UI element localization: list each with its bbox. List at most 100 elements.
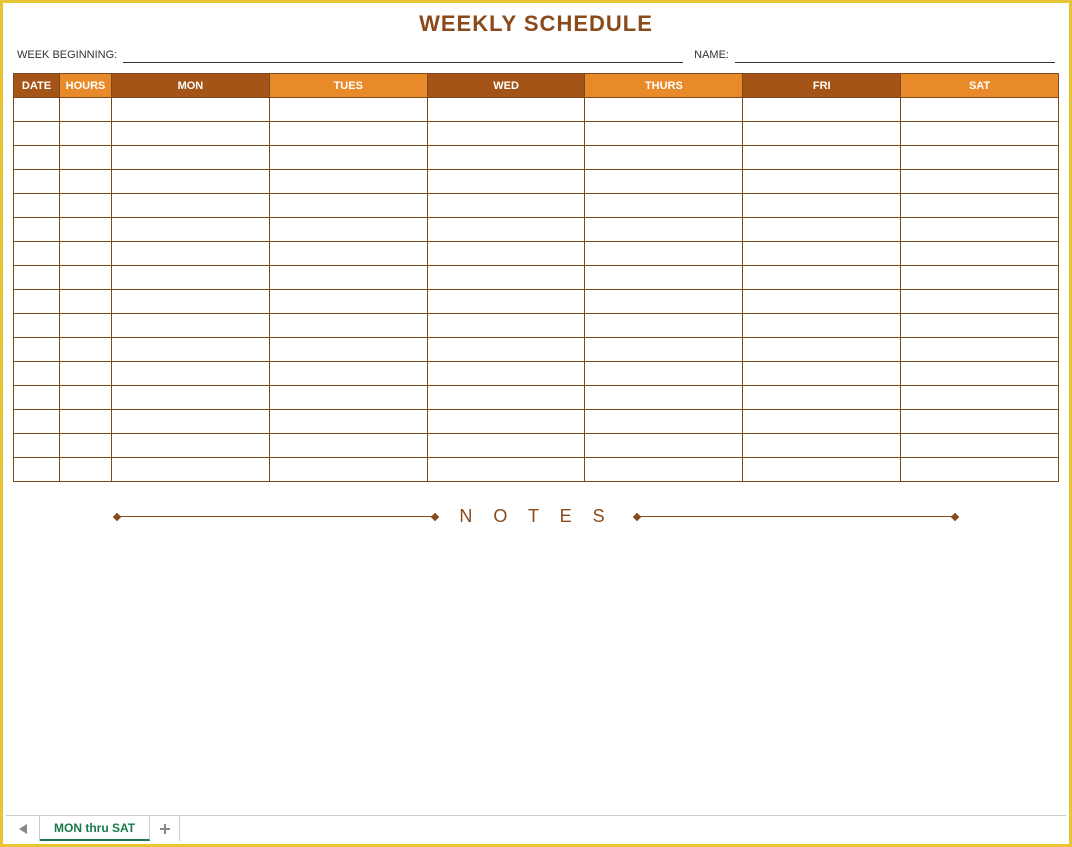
table-cell[interactable] <box>901 170 1059 194</box>
table-cell[interactable] <box>14 122 60 146</box>
table-cell[interactable] <box>60 146 112 170</box>
table-cell[interactable] <box>14 266 60 290</box>
table-cell[interactable] <box>427 146 585 170</box>
table-cell[interactable] <box>60 170 112 194</box>
table-cell[interactable] <box>14 362 60 386</box>
table-cell[interactable] <box>901 122 1059 146</box>
table-cell[interactable] <box>60 122 112 146</box>
table-cell[interactable] <box>269 242 427 266</box>
week-beginning-field[interactable] <box>123 49 683 63</box>
table-cell[interactable] <box>60 194 112 218</box>
table-cell[interactable] <box>112 434 270 458</box>
table-cell[interactable] <box>901 314 1059 338</box>
table-cell[interactable] <box>14 194 60 218</box>
table-cell[interactable] <box>585 314 743 338</box>
table-cell[interactable] <box>60 458 112 482</box>
table-cell[interactable] <box>427 314 585 338</box>
table-cell[interactable] <box>585 362 743 386</box>
table-cell[interactable] <box>585 434 743 458</box>
table-cell[interactable] <box>427 218 585 242</box>
table-cell[interactable] <box>743 98 901 122</box>
table-cell[interactable] <box>901 290 1059 314</box>
sheet-tab-add[interactable] <box>150 816 180 841</box>
table-cell[interactable] <box>743 122 901 146</box>
table-cell[interactable] <box>269 218 427 242</box>
table-cell[interactable] <box>14 314 60 338</box>
table-cell[interactable] <box>60 386 112 410</box>
table-cell[interactable] <box>427 194 585 218</box>
table-cell[interactable] <box>112 266 270 290</box>
table-cell[interactable] <box>269 362 427 386</box>
table-cell[interactable] <box>112 290 270 314</box>
table-cell[interactable] <box>60 362 112 386</box>
table-cell[interactable] <box>112 362 270 386</box>
table-cell[interactable] <box>269 98 427 122</box>
table-cell[interactable] <box>269 386 427 410</box>
table-cell[interactable] <box>585 410 743 434</box>
table-cell[interactable] <box>112 122 270 146</box>
tab-nav-prev[interactable] <box>6 816 40 841</box>
table-cell[interactable] <box>901 434 1059 458</box>
table-cell[interactable] <box>112 338 270 362</box>
table-cell[interactable] <box>14 218 60 242</box>
table-cell[interactable] <box>60 314 112 338</box>
table-cell[interactable] <box>585 266 743 290</box>
table-cell[interactable] <box>427 242 585 266</box>
table-cell[interactable] <box>427 266 585 290</box>
table-cell[interactable] <box>427 410 585 434</box>
table-cell[interactable] <box>585 458 743 482</box>
table-cell[interactable] <box>112 314 270 338</box>
table-cell[interactable] <box>743 362 901 386</box>
table-cell[interactable] <box>743 194 901 218</box>
table-cell[interactable] <box>743 386 901 410</box>
table-cell[interactable] <box>901 194 1059 218</box>
table-cell[interactable] <box>585 386 743 410</box>
table-cell[interactable] <box>60 218 112 242</box>
table-cell[interactable] <box>585 98 743 122</box>
table-cell[interactable] <box>743 242 901 266</box>
table-cell[interactable] <box>743 170 901 194</box>
table-cell[interactable] <box>585 122 743 146</box>
table-cell[interactable] <box>901 98 1059 122</box>
table-cell[interactable] <box>743 338 901 362</box>
table-cell[interactable] <box>269 338 427 362</box>
table-cell[interactable] <box>901 218 1059 242</box>
table-cell[interactable] <box>269 194 427 218</box>
table-cell[interactable] <box>112 146 270 170</box>
table-cell[interactable] <box>585 290 743 314</box>
table-cell[interactable] <box>901 266 1059 290</box>
table-cell[interactable] <box>112 98 270 122</box>
table-cell[interactable] <box>743 266 901 290</box>
table-cell[interactable] <box>427 362 585 386</box>
table-cell[interactable] <box>269 122 427 146</box>
table-cell[interactable] <box>112 194 270 218</box>
table-cell[interactable] <box>901 338 1059 362</box>
table-cell[interactable] <box>112 170 270 194</box>
table-cell[interactable] <box>585 338 743 362</box>
table-cell[interactable] <box>427 290 585 314</box>
table-cell[interactable] <box>585 170 743 194</box>
name-field[interactable] <box>735 49 1055 63</box>
table-cell[interactable] <box>427 122 585 146</box>
table-cell[interactable] <box>14 410 60 434</box>
table-cell[interactable] <box>60 290 112 314</box>
table-cell[interactable] <box>14 338 60 362</box>
table-cell[interactable] <box>427 434 585 458</box>
table-cell[interactable] <box>427 170 585 194</box>
table-cell[interactable] <box>60 434 112 458</box>
table-cell[interactable] <box>427 338 585 362</box>
table-cell[interactable] <box>269 458 427 482</box>
table-cell[interactable] <box>60 242 112 266</box>
table-cell[interactable] <box>14 386 60 410</box>
table-cell[interactable] <box>112 218 270 242</box>
table-cell[interactable] <box>743 410 901 434</box>
table-cell[interactable] <box>269 314 427 338</box>
table-cell[interactable] <box>901 386 1059 410</box>
table-cell[interactable] <box>60 410 112 434</box>
table-cell[interactable] <box>585 194 743 218</box>
table-cell[interactable] <box>112 410 270 434</box>
table-cell[interactable] <box>269 266 427 290</box>
table-cell[interactable] <box>743 218 901 242</box>
table-cell[interactable] <box>743 458 901 482</box>
table-cell[interactable] <box>14 242 60 266</box>
